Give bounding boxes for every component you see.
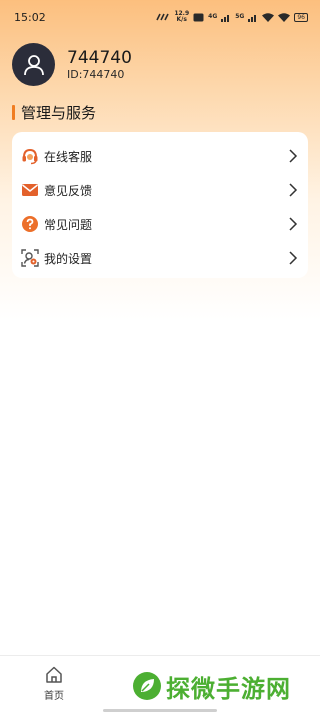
status-icons: 12.9 K/s 4G 5G 96 (156, 11, 308, 23)
menu-item-feedback[interactable]: 意见反馈 (12, 173, 308, 207)
watermark: 探微手游网 (132, 668, 291, 704)
chevron-right-icon (289, 251, 298, 265)
settings-icon (21, 249, 39, 267)
battery-indicator: 96 (294, 12, 308, 22)
wifi-icon-b (278, 12, 291, 22)
menu-label-online-service: 在线客服 (44, 149, 93, 164)
menu-item-settings[interactable]: 我的设置 (12, 241, 308, 275)
services-card: 在线客服 意见反馈 常见问题 我的设置 (12, 132, 308, 278)
menu-label-settings: 我的设置 (44, 251, 93, 266)
signal-icon-b (248, 14, 257, 22)
mail-icon (21, 181, 39, 199)
tab-home-label: 首页 (44, 691, 64, 702)
tab-home[interactable]: 首页 (34, 666, 74, 702)
section-accent-bar (12, 104, 15, 120)
profile-id: ID:744740 (67, 67, 125, 81)
section-title: 管理与服务 (21, 103, 97, 122)
leaf-logo-icon (133, 672, 161, 700)
status-bar: 15:02 12.9 K/s 4G 5G 96 (0, 0, 320, 34)
chevron-right-icon (289, 149, 298, 163)
profile-name: 744740 (67, 47, 132, 68)
user-icon (23, 54, 44, 75)
avatar[interactable] (12, 43, 55, 86)
nfc-icon (156, 13, 170, 21)
section-header: 管理与服务 (12, 102, 96, 122)
menu-item-faq[interactable]: 常见问题 (12, 207, 308, 241)
status-time: 15:02 (14, 11, 46, 24)
home-indicator[interactable] (103, 709, 217, 712)
question-icon (21, 215, 39, 233)
signal-icon-a (221, 14, 230, 22)
user-profile[interactable]: 744740 ID:744740 (12, 43, 132, 86)
home-icon (46, 666, 62, 683)
menu-label-faq: 常见问题 (44, 217, 93, 232)
headset-icon (21, 147, 39, 165)
chevron-right-icon (289, 217, 298, 231)
network-type-b: 5G (235, 13, 245, 20)
chevron-right-icon (289, 183, 298, 197)
network-speed: 12.9 K/s (174, 10, 190, 23)
network-type-a: 4G (208, 13, 218, 20)
watermark-text: 探微手游网 (166, 674, 291, 703)
menu-label-feedback: 意见反馈 (44, 183, 93, 198)
menu-item-online-service[interactable]: 在线客服 (12, 139, 308, 173)
hd-icon (193, 13, 204, 21)
wifi-icon-a (262, 12, 275, 22)
